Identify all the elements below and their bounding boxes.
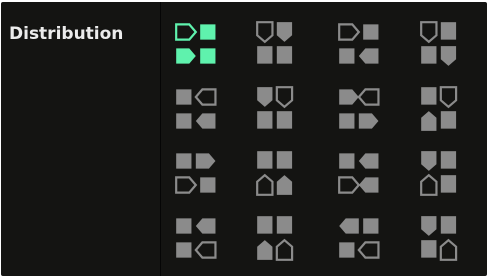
distribution-option-h-left-bottom-2[interactable] [331,208,395,270]
distribution-h-right-bottom-2-icon [338,153,379,194]
distribution-option-v-up-left[interactable] [249,208,313,270]
distribution-option-v-up-right[interactable] [413,208,477,270]
distribution-h-right-bottom-icon [175,153,216,194]
distribution-option-v-up-both[interactable] [249,143,313,205]
distribution-v-down-right-2-icon [421,86,458,131]
distribution-h-left-both-icon [176,88,217,129]
distribution-h-right-both-icon [175,23,216,64]
distribution-h-left-bottom-icon [176,218,217,259]
distribution-option-h-left-bottom[interactable] [168,208,232,270]
distribution-options-grid [1,2,487,276]
distribution-v-down-right-icon [420,21,457,66]
distribution-v-up-left-icon [257,216,294,261]
distribution-option-h-right-bottom-2[interactable] [331,143,395,205]
distribution-option-h-left-top[interactable] [331,79,395,141]
distribution-v-down-left-icon [256,21,293,64]
distribution-option-h-right-top[interactable] [331,14,395,76]
distribution-option-v-down-left[interactable] [249,14,313,76]
distribution-option-v-down-right-2[interactable] [413,79,477,141]
distribution-h-left-bottom-2-icon [339,218,380,259]
distribution-option-v-mixed[interactable] [413,143,477,205]
distribution-v-up-both-icon [256,151,293,196]
distribution-v-down-both-icon [257,86,294,129]
distribution-v-up-right-icon [421,216,458,261]
distribution-h-left-top-icon [339,88,380,129]
distribution-option-h-left-both[interactable] [168,79,232,141]
distribution-v-mixed-icon [420,151,457,196]
distribution-option-h-right-both[interactable] [168,14,232,76]
distribution-option-v-down-both[interactable] [249,79,313,141]
distribution-option-h-right-bottom[interactable] [168,143,232,205]
distribution-panel: Distribution [1,2,487,276]
distribution-h-right-top-icon [338,23,379,64]
distribution-option-v-down-right[interactable] [413,14,477,76]
